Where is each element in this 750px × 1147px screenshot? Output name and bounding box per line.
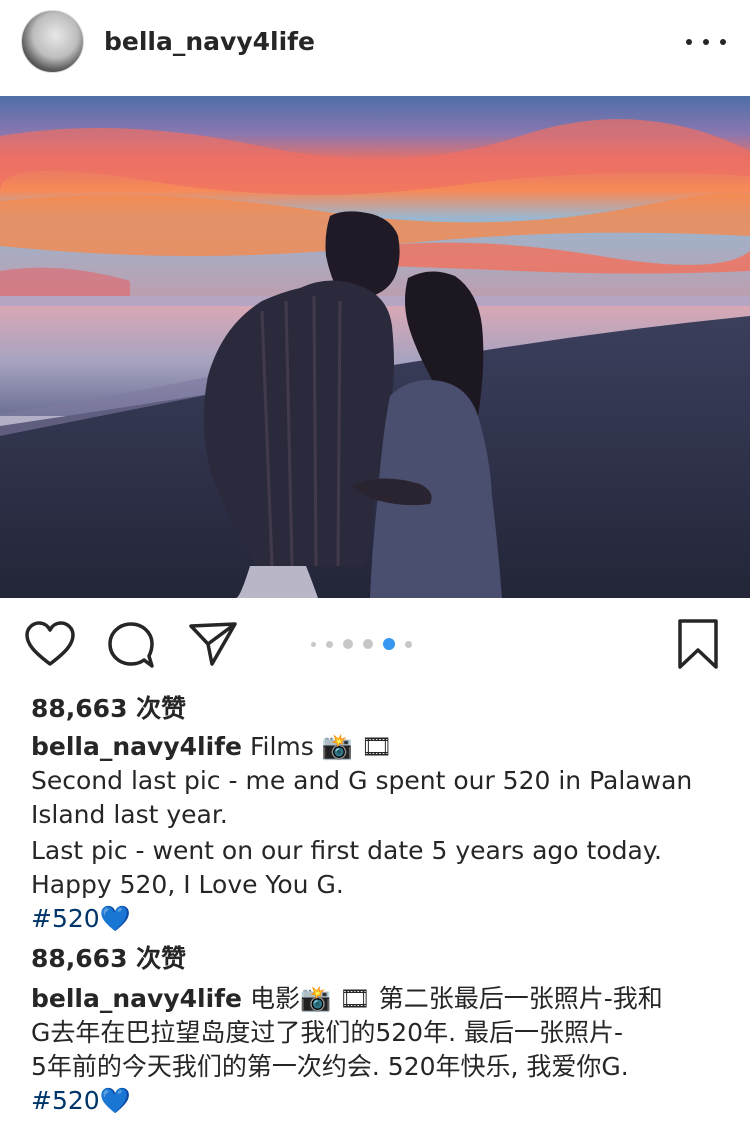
caption-line: Last pic - went on our first date 5 year… [31, 836, 662, 865]
caption-text: 电影 [249, 984, 300, 1013]
post-username[interactable]: bella_navy4life [104, 27, 315, 56]
hashtag-link[interactable]: #520 [31, 1086, 100, 1115]
more-dot [703, 39, 709, 45]
hashtag-link[interactable]: #520 [31, 904, 100, 933]
post-caption-area: 88,663 次赞 bella_navy4life Films 📸 🎞 Seco… [31, 692, 731, 1118]
more-dot [720, 39, 726, 45]
caption-line: Island last year. [31, 800, 228, 829]
like-heart-icon[interactable] [24, 620, 76, 672]
caption-username[interactable]: bella_navy4life [31, 732, 242, 761]
caption-line: 5年前的今天我们的第一次约会. 520年快乐, 我爱你G. [31, 1052, 629, 1081]
like-count[interactable]: 88,663 次赞 [31, 692, 731, 726]
post-photo[interactable] [0, 96, 750, 598]
caption-hashtag-line: #520💙 [31, 1084, 731, 1118]
caption-cn-header: bella_navy4life 电影📸 🎞 第二张最后一张照片-我和 [31, 982, 731, 1016]
blue-heart-emoji: 💙 [99, 1086, 131, 1115]
caption-line: Happy 520, I Love You G. [31, 870, 344, 899]
carousel-dot [326, 640, 333, 648]
avatar[interactable] [21, 10, 84, 73]
camera-flash-emoji: 📸 [321, 732, 353, 761]
caption-en-header: bella_navy4life Films 📸 🎞 [31, 730, 731, 764]
more-dot [686, 39, 692, 45]
caption-username[interactable]: bella_navy4life [31, 984, 242, 1013]
carousel-dot [343, 639, 353, 649]
carousel-dot [405, 640, 412, 648]
blue-heart-emoji: 💙 [99, 904, 131, 933]
post-header: bella_navy4life [0, 0, 750, 92]
carousel-indicator [311, 638, 422, 650]
sunset-beach-photo [0, 96, 750, 598]
like-count-translated[interactable]: 88,663 次赞 [31, 942, 731, 976]
share-send-icon[interactable] [188, 620, 238, 672]
bookmark-icon[interactable] [676, 618, 720, 674]
film-frames-emoji: 🎞 [339, 984, 371, 1013]
carousel-dot-active [383, 638, 395, 650]
action-bar [0, 598, 750, 694]
comment-bubble-icon[interactable] [106, 620, 156, 674]
caption-hashtag-line: #520💙 [31, 902, 731, 936]
camera-flash-emoji: 📸 [299, 984, 332, 1013]
more-options-icon[interactable] [686, 30, 726, 54]
carousel-dot [311, 641, 316, 647]
caption-text: 第二张最后一张照片-我和 [378, 984, 663, 1013]
caption-line: G去年在巴拉望岛度过了我们的520年. 最后一张照片- [31, 1018, 624, 1047]
film-frames-emoji: 🎞 [360, 732, 393, 761]
carousel-dot [363, 639, 373, 649]
caption-line: Second last pic - me and G spent our 520… [31, 766, 693, 795]
caption-text: Films [249, 732, 314, 761]
